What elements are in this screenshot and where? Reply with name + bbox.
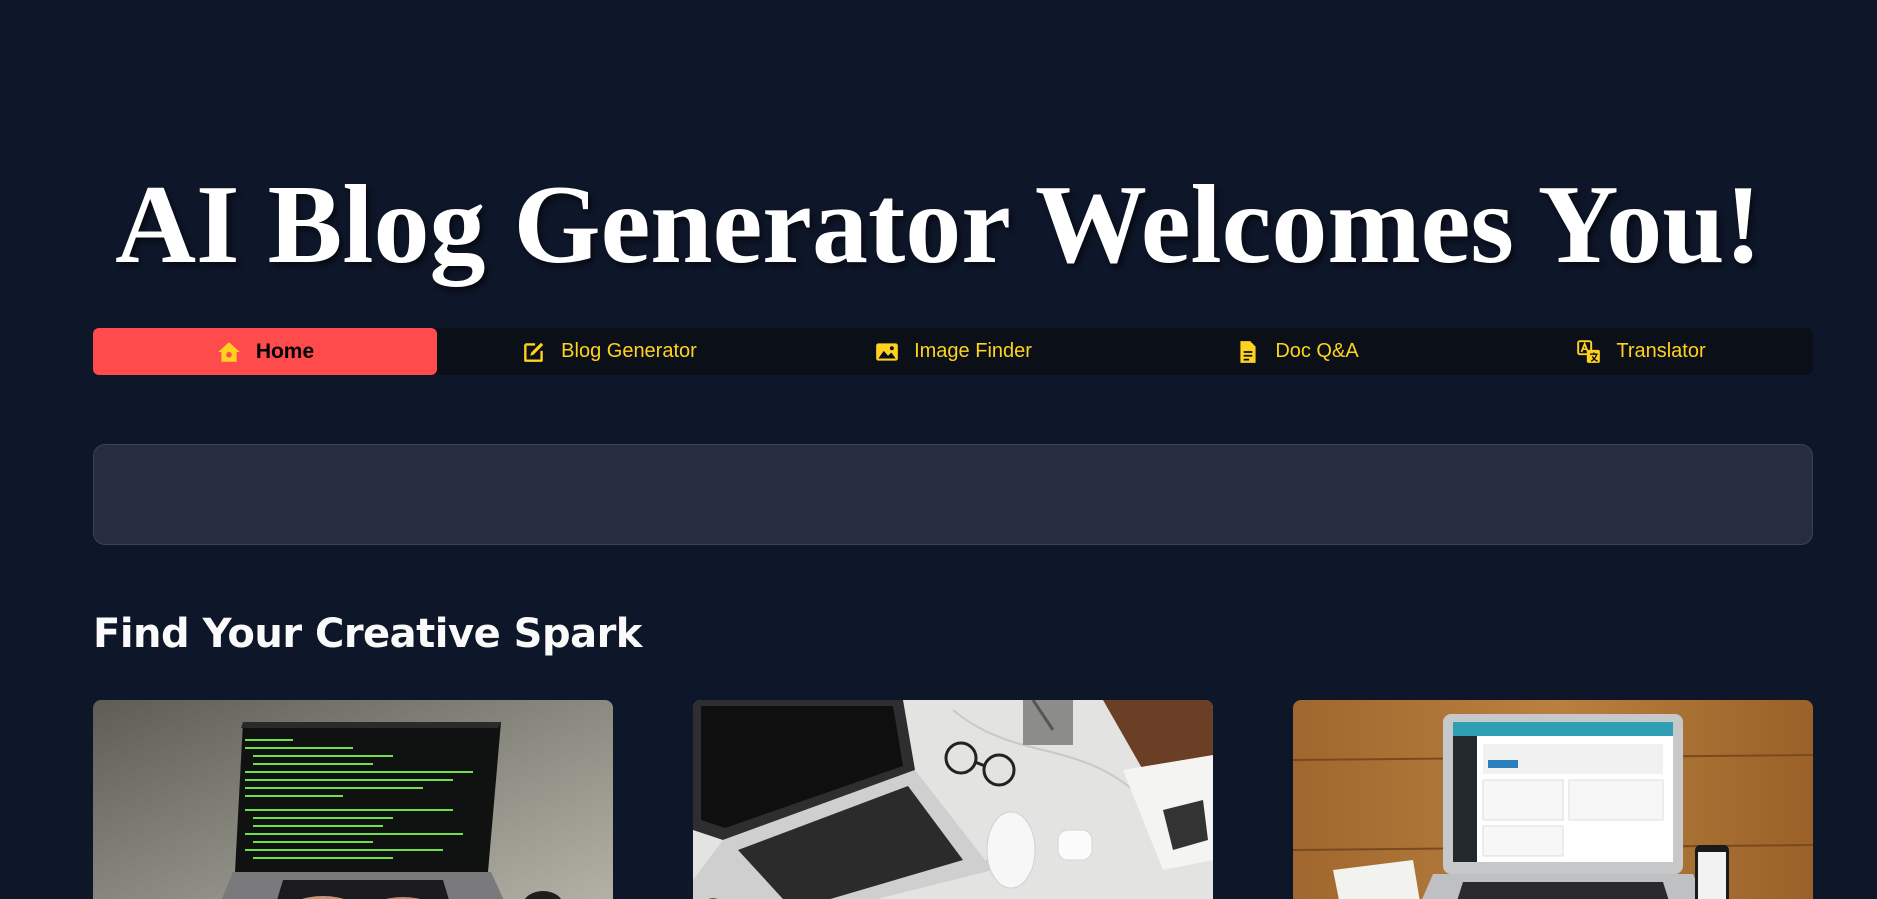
page-title: AI Blog Generator Welcomes You! bbox=[115, 163, 1762, 287]
nav-item-doc-qa[interactable]: Doc Q&A bbox=[1125, 328, 1469, 375]
desk-laptop-image bbox=[693, 700, 1213, 899]
gallery-image-wordpress-laptop[interactable] bbox=[1293, 700, 1813, 899]
image-icon bbox=[874, 339, 900, 365]
app-page: AI Blog Generator Welcomes You! Home Blo… bbox=[0, 0, 1877, 899]
document-icon bbox=[1235, 339, 1261, 365]
translate-icon bbox=[1576, 339, 1602, 365]
prompt-input[interactable] bbox=[93, 444, 1813, 545]
nav-menu: Home Blog Generator Image Finder Doc Q&A… bbox=[93, 328, 1813, 375]
gallery-image-coding-laptop[interactable] bbox=[93, 700, 613, 899]
nav-item-home[interactable]: Home bbox=[93, 328, 437, 375]
nav-item-label: Doc Q&A bbox=[1275, 340, 1359, 362]
nav-item-image-finder[interactable]: Image Finder bbox=[781, 328, 1125, 375]
nav-item-label: Image Finder bbox=[914, 340, 1032, 362]
home-icon bbox=[216, 339, 242, 365]
nav-item-translator[interactable]: Translator bbox=[1469, 328, 1813, 375]
nav-item-label: Blog Generator bbox=[561, 340, 697, 362]
coding-laptop-image bbox=[93, 700, 613, 899]
section-heading: Find Your Creative Spark bbox=[93, 611, 642, 657]
nav-item-blog-generator[interactable]: Blog Generator bbox=[437, 328, 781, 375]
wordpress-laptop-image bbox=[1293, 700, 1813, 899]
nav-item-label: Home bbox=[255, 339, 315, 363]
image-gallery bbox=[93, 700, 1813, 899]
nav-item-label: Translator bbox=[1616, 340, 1706, 362]
edit-icon bbox=[521, 339, 547, 365]
gallery-image-desk-laptop[interactable] bbox=[693, 700, 1213, 899]
